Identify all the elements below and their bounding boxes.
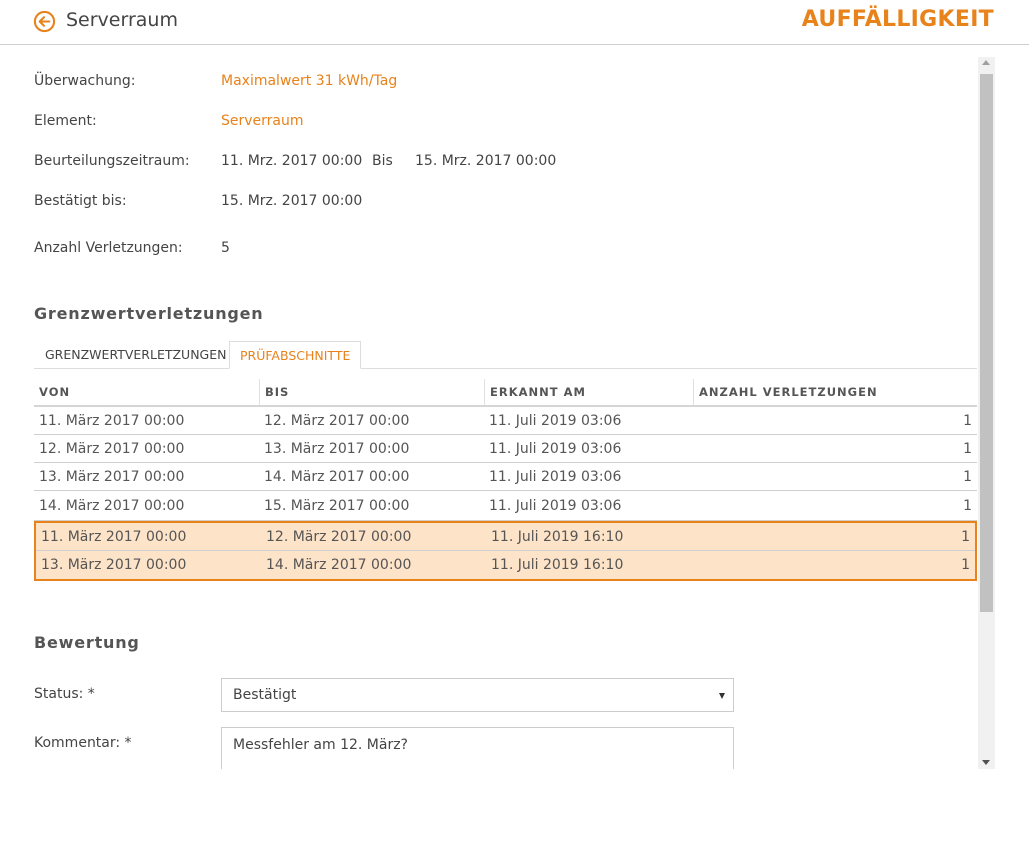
comment-label: Kommentar: * bbox=[34, 735, 132, 751]
cell-erkannt: 11. Juli 2019 03:06 bbox=[489, 413, 622, 429]
rating-section-title: Bewertung bbox=[34, 633, 140, 652]
cell-erkannt: 11. Juli 2019 03:06 bbox=[489, 469, 622, 485]
cell-anzahl: 1 bbox=[961, 529, 970, 545]
cell-bis: 12. März 2017 00:00 bbox=[264, 413, 410, 429]
violations-count-label: Anzahl Verletzungen: bbox=[34, 240, 183, 256]
cell-von: 11. März 2017 00:00 bbox=[39, 413, 185, 429]
page-title: Serverraum bbox=[66, 9, 178, 31]
cell-von: 13. März 2017 00:00 bbox=[39, 469, 185, 485]
table-row-selected[interactable]: 13. März 2017 00:00 14. März 2017 00:00 … bbox=[36, 551, 975, 579]
cell-anzahl: 1 bbox=[963, 413, 972, 429]
table-row[interactable]: 14. März 2017 00:00 15. März 2017 00:00 … bbox=[34, 491, 977, 521]
cell-von: 11. März 2017 00:00 bbox=[41, 529, 187, 545]
dropdown-arrow-icon bbox=[719, 693, 725, 699]
confirmed-value: 15. Mrz. 2017 00:00 bbox=[221, 193, 363, 209]
selected-rows-group: 11. März 2017 00:00 12. März 2017 00:00 … bbox=[34, 521, 977, 581]
page-header: Serverraum AUFFÄLLIGKEIT bbox=[0, 0, 1029, 45]
violations-count-value: 5 bbox=[221, 240, 230, 256]
anomaly-badge: AUFFÄLLIGKEIT bbox=[801, 7, 994, 32]
scroll-up-arrow-icon[interactable] bbox=[982, 60, 990, 65]
column-header-erkannt[interactable]: ERKANNT AM bbox=[484, 379, 693, 405]
confirmed-label: Bestätigt bis: bbox=[34, 193, 127, 209]
monitoring-label: Überwachung: bbox=[34, 73, 136, 89]
cell-anzahl: 1 bbox=[963, 441, 972, 457]
column-header-anzahl[interactable]: ANZAHL VERLETZUNGEN bbox=[693, 379, 977, 405]
violations-section-title: Grenzwertverletzungen bbox=[34, 304, 264, 323]
vertical-scrollbar[interactable] bbox=[978, 57, 995, 769]
violations-tabs: GRENZWERTVERLETZUNGEN PRÜFABSCHNITTE bbox=[34, 341, 977, 369]
cell-bis: 14. März 2017 00:00 bbox=[264, 469, 410, 485]
element-label: Element: bbox=[34, 113, 97, 129]
period-to: 15. Mrz. 2017 00:00 bbox=[415, 153, 557, 169]
cell-von: 13. März 2017 00:00 bbox=[41, 557, 187, 573]
cell-anzahl: 1 bbox=[963, 498, 972, 514]
tab-violations[interactable]: GRENZWERTVERLETZUNGEN bbox=[35, 341, 236, 369]
detail-content: Überwachung: Maximalwert 31 kWh/Tag Elem… bbox=[0, 57, 995, 769]
cell-anzahl: 1 bbox=[963, 469, 972, 485]
table-row-selected[interactable]: 11. März 2017 00:00 12. März 2017 00:00 … bbox=[36, 523, 975, 551]
table-header: VON BIS ERKANNT AM ANZAHL VERLETZUNGEN bbox=[34, 379, 977, 407]
status-select-value: Bestätigt bbox=[233, 687, 297, 703]
cell-erkannt: 11. Juli 2019 03:06 bbox=[489, 498, 622, 514]
cell-von: 12. März 2017 00:00 bbox=[39, 441, 185, 457]
status-label: Status: * bbox=[34, 686, 95, 702]
cell-anzahl: 1 bbox=[961, 557, 970, 573]
cell-bis: 13. März 2017 00:00 bbox=[264, 441, 410, 457]
period-label: Beurteilungszeitraum: bbox=[34, 153, 190, 169]
period-separator: Bis bbox=[372, 153, 393, 169]
cell-erkannt: 11. Juli 2019 16:10 bbox=[491, 529, 624, 545]
table-row[interactable]: 11. März 2017 00:00 12. März 2017 00:00 … bbox=[34, 407, 977, 435]
comment-text: Messfehler am 12. März? bbox=[233, 737, 408, 753]
cell-erkannt: 11. Juli 2019 16:10 bbox=[491, 557, 624, 573]
back-arrow-icon[interactable] bbox=[33, 10, 56, 33]
period-from: 11. Mrz. 2017 00:00 bbox=[221, 153, 363, 169]
table-row[interactable]: 12. März 2017 00:00 13. März 2017 00:00 … bbox=[34, 435, 977, 463]
table-row[interactable]: 13. März 2017 00:00 14. März 2017 00:00 … bbox=[34, 463, 977, 491]
column-header-bis[interactable]: BIS bbox=[259, 379, 484, 405]
tab-test-sections[interactable]: PRÜFABSCHNITTE bbox=[229, 341, 362, 369]
monitoring-link[interactable]: Maximalwert 31 kWh/Tag bbox=[221, 73, 397, 89]
element-link[interactable]: Serverraum bbox=[221, 113, 304, 129]
comment-textarea[interactable]: Messfehler am 12. März? bbox=[221, 727, 734, 769]
cell-bis: 14. März 2017 00:00 bbox=[266, 557, 412, 573]
scroll-thumb[interactable] bbox=[980, 74, 993, 612]
cell-von: 14. März 2017 00:00 bbox=[39, 498, 185, 514]
cell-bis: 12. März 2017 00:00 bbox=[266, 529, 412, 545]
status-select[interactable]: Bestätigt bbox=[221, 678, 734, 712]
column-header-von[interactable]: VON bbox=[34, 379, 259, 405]
cell-erkannt: 11. Juli 2019 03:06 bbox=[489, 441, 622, 457]
cell-bis: 15. März 2017 00:00 bbox=[264, 498, 410, 514]
scroll-down-arrow-icon[interactable] bbox=[982, 760, 990, 765]
violations-table: VON BIS ERKANNT AM ANZAHL VERLETZUNGEN 1… bbox=[34, 379, 977, 581]
